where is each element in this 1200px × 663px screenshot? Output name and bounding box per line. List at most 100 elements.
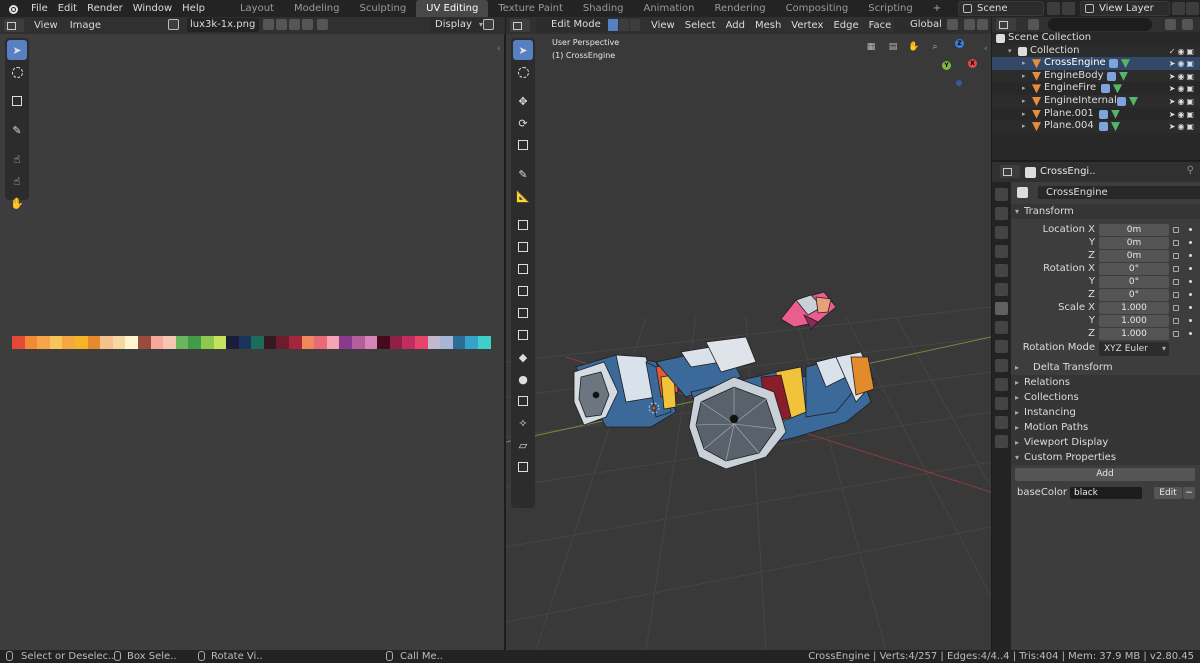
- extrude-tool-icon[interactable]: [513, 215, 533, 235]
- expand-icon[interactable]: ▸: [1022, 70, 1026, 83]
- outliner-search-input[interactable]: [1048, 18, 1152, 31]
- move-tool-icon[interactable]: ✥: [513, 91, 533, 111]
- vp-annotate-tool-icon[interactable]: ✎: [513, 164, 533, 184]
- data-tab-icon[interactable]: [995, 397, 1008, 410]
- display-dropdown[interactable]: Display: [430, 18, 486, 32]
- vp-menu-select[interactable]: Select: [680, 20, 721, 31]
- remove-property-button[interactable]: −: [1183, 487, 1195, 499]
- view-type-icon[interactable]: [483, 19, 494, 30]
- sidebar-toggle-icon[interactable]: ‹: [497, 44, 501, 54]
- object-tab-icon[interactable]: [995, 302, 1008, 315]
- open-image-icon[interactable]: [289, 19, 300, 30]
- edit-property-button[interactable]: Edit: [1154, 487, 1182, 499]
- view-layer-selector[interactable]: View Layer: [1080, 1, 1170, 16]
- mode-dropdown[interactable]: Edit Mode: [536, 18, 615, 32]
- modifier-tab-icon[interactable]: [995, 321, 1008, 334]
- scale-y-field[interactable]: 1.000: [1099, 315, 1169, 327]
- object-name-field[interactable]: CrossEngine: [1038, 186, 1200, 199]
- tab-animation[interactable]: Animation: [634, 0, 705, 17]
- object-type-icon[interactable]: [1017, 187, 1028, 198]
- zoom-view-icon[interactable]: ⌕: [927, 39, 943, 55]
- snap-icon[interactable]: [964, 19, 975, 30]
- pivot-icon[interactable]: [947, 19, 958, 30]
- expand-icon[interactable]: ▸: [1022, 108, 1026, 121]
- keyframe-icon[interactable]: [1189, 293, 1192, 296]
- constraints-tab-icon[interactable]: [995, 378, 1008, 391]
- rip-tool-icon[interactable]: [513, 457, 533, 477]
- outliner-row[interactable]: ▸ Plane.001 ➤◉▣: [992, 108, 1200, 121]
- lock-icon[interactable]: [1173, 305, 1179, 311]
- delete-scene-button[interactable]: [1062, 2, 1075, 15]
- menu-help[interactable]: Help: [177, 3, 210, 14]
- knife-tool-icon[interactable]: [513, 303, 533, 323]
- outliner-row[interactable]: ▸ EngineBody ➤◉▣: [992, 69, 1200, 83]
- rotation-x-field[interactable]: 0°: [1099, 263, 1169, 275]
- vp-menu-add[interactable]: Add: [721, 20, 750, 31]
- menu-file[interactable]: File: [26, 3, 53, 14]
- z-axis-gizmo[interactable]: Z: [955, 39, 964, 48]
- tool-tab-icon[interactable]: [995, 188, 1008, 201]
- blender-logo-icon[interactable]: [6, 2, 22, 16]
- outliner-row[interactable]: ▸ EngineInternal ➤◉▣: [992, 94, 1200, 108]
- expand-icon[interactable]: ▸: [1022, 95, 1026, 108]
- vp-menu-edge[interactable]: Edge: [828, 20, 863, 31]
- image-browse-icon[interactable]: [168, 19, 179, 30]
- delete-view-layer-button[interactable]: [1186, 2, 1199, 15]
- custom-property-value-field[interactable]: black: [1070, 487, 1142, 499]
- keyframe-icon[interactable]: [1189, 332, 1192, 335]
- outliner-row[interactable]: ▸ Plane.004 ➤◉▣: [992, 120, 1200, 133]
- scene-selector[interactable]: Scene: [958, 1, 1044, 16]
- expand-icon[interactable]: ▸: [1022, 82, 1026, 95]
- texture-tab-icon[interactable]: [995, 435, 1008, 448]
- lock-icon[interactable]: [1173, 253, 1179, 259]
- cursor-tool-icon[interactable]: [7, 62, 27, 82]
- cross-engine-mesh[interactable]: [573, 291, 875, 470]
- inset-tool-icon[interactable]: [513, 237, 533, 257]
- menu-edit[interactable]: Edit: [53, 3, 82, 14]
- outliner-editor-type-icon[interactable]: [996, 18, 1016, 31]
- poly-build-tool-icon[interactable]: [513, 325, 533, 345]
- keyframe-icon[interactable]: [1189, 267, 1192, 270]
- shear-tool-icon[interactable]: ▱: [513, 435, 533, 455]
- visibility-icons[interactable]: ➤◉▣: [1169, 121, 1196, 134]
- edge-select-icon[interactable]: [619, 19, 629, 31]
- outliner-row-selected[interactable]: ▸ CrossEngine ➤◉▣: [992, 57, 1200, 70]
- lock-icon[interactable]: [1173, 279, 1179, 285]
- relax-tool-icon[interactable]: ☝: [7, 171, 27, 191]
- tab-shading[interactable]: Shading: [573, 0, 634, 17]
- grab-tool-icon[interactable]: ☝: [7, 149, 27, 169]
- tab-layout[interactable]: Layout: [230, 0, 284, 17]
- proportional-edit-icon[interactable]: [977, 19, 988, 30]
- shrink-fatten-tool-icon[interactable]: ✧: [513, 413, 533, 433]
- view-layer-tab-icon[interactable]: [995, 245, 1008, 258]
- lock-icon[interactable]: [1173, 331, 1179, 337]
- viewport-editor-type-icon[interactable]: [510, 19, 530, 32]
- location-x-field[interactable]: 0m: [1099, 224, 1169, 236]
- edge-slide-tool-icon[interactable]: [513, 391, 533, 411]
- uv-image-editor[interactable]: View Image lux3k-1x.png Display ➤ ✎ ☝ ☝ …: [0, 17, 505, 650]
- new-scene-button[interactable]: [1047, 2, 1060, 15]
- select-tool-icon[interactable]: ➤: [7, 40, 27, 60]
- render-tab-icon[interactable]: [995, 207, 1008, 220]
- scale-x-field[interactable]: 1.000: [1099, 302, 1169, 314]
- output-tab-icon[interactable]: [995, 226, 1008, 239]
- new-view-layer-button[interactable]: [1172, 2, 1185, 15]
- menu-render[interactable]: Render: [82, 3, 128, 14]
- smooth-tool-icon[interactable]: ●: [513, 369, 533, 389]
- display-mode-icon[interactable]: [1028, 19, 1039, 30]
- properties-editor-type-icon[interactable]: [1000, 165, 1020, 178]
- keyframe-icon[interactable]: [1189, 280, 1192, 283]
- face-select-icon[interactable]: [630, 19, 640, 31]
- keyframe-icon[interactable]: [1189, 241, 1192, 244]
- lock-icon[interactable]: [1173, 318, 1179, 324]
- menu-image[interactable]: Image: [64, 20, 107, 31]
- lock-icon[interactable]: [1173, 266, 1179, 272]
- vp-menu-vertex[interactable]: Vertex: [786, 20, 828, 31]
- loop-cut-tool-icon[interactable]: [513, 281, 533, 301]
- lock-icon[interactable]: [1173, 240, 1179, 246]
- vp-sidebar-toggle-icon[interactable]: ‹: [984, 44, 988, 54]
- outliner-row[interactable]: ▾ Collection ✓◉▣: [992, 44, 1200, 58]
- scale-tool-icon[interactable]: [513, 135, 533, 155]
- menu-view[interactable]: View: [28, 20, 64, 31]
- measure-tool-icon[interactable]: 📐: [513, 186, 533, 206]
